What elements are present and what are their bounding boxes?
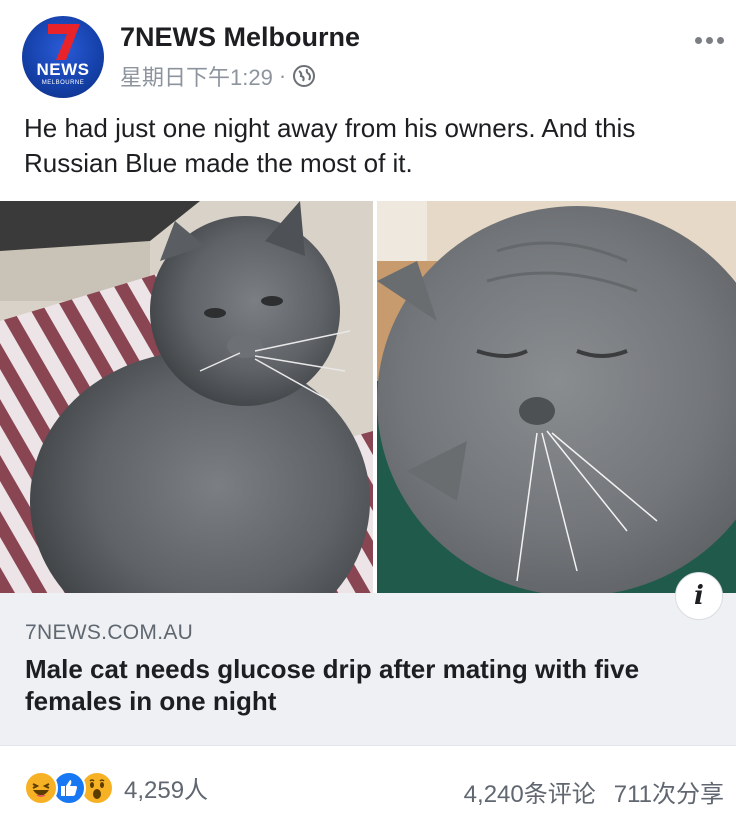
info-icon[interactable]: i: [675, 572, 723, 620]
post-meta: 星期日下午1:29 ·: [120, 60, 316, 92]
haha-reaction-icon: [24, 770, 58, 805]
cat-photo-left-image: [0, 201, 373, 593]
link-preview-photos[interactable]: i: [0, 201, 736, 620]
cat-photo-left[interactable]: [0, 201, 373, 593]
post-timestamp[interactable]: 星期日下午1:29: [120, 60, 273, 92]
engagement-stats: 4,240条评论 711次分享: [464, 774, 724, 809]
post-footer: 4,259人 4,240条评论 711次分享: [0, 745, 736, 825]
more-options-icon[interactable]: [692, 30, 726, 50]
page-avatar[interactable]: NEWS MELBOURNE: [22, 16, 104, 98]
meta-separator: ·: [278, 63, 287, 88]
link-preview[interactable]: 7NEWS.COM.AU Male cat needs glucose drip…: [0, 593, 736, 745]
avatar-logo-text: NEWS: [36, 60, 90, 79]
comments-count[interactable]: 4,240条评论: [464, 774, 596, 809]
link-title[interactable]: Male cat needs glucose drip after mating…: [25, 653, 715, 717]
reaction-count[interactable]: 4,259人: [124, 770, 208, 805]
link-domain: 7NEWS.COM.AU: [25, 621, 194, 644]
reaction-summary[interactable]: 4,259人: [24, 770, 208, 805]
cat-photo-right-image: [377, 201, 736, 593]
post-header: NEWS MELBOURNE 7NEWS Melbourne 星期日下午1:29…: [0, 0, 736, 100]
seven-logo-icon: [48, 24, 80, 60]
post-text: He had just one night away from his owne…: [24, 113, 636, 178]
avatar-logo-subtext: MELBOURNE: [41, 80, 85, 86]
shares-count[interactable]: 711次分享: [614, 774, 724, 809]
page-name[interactable]: 7NEWS Melbourne: [120, 22, 360, 53]
cat-photo-right[interactable]: [377, 201, 736, 593]
globe-icon: [293, 65, 316, 87]
